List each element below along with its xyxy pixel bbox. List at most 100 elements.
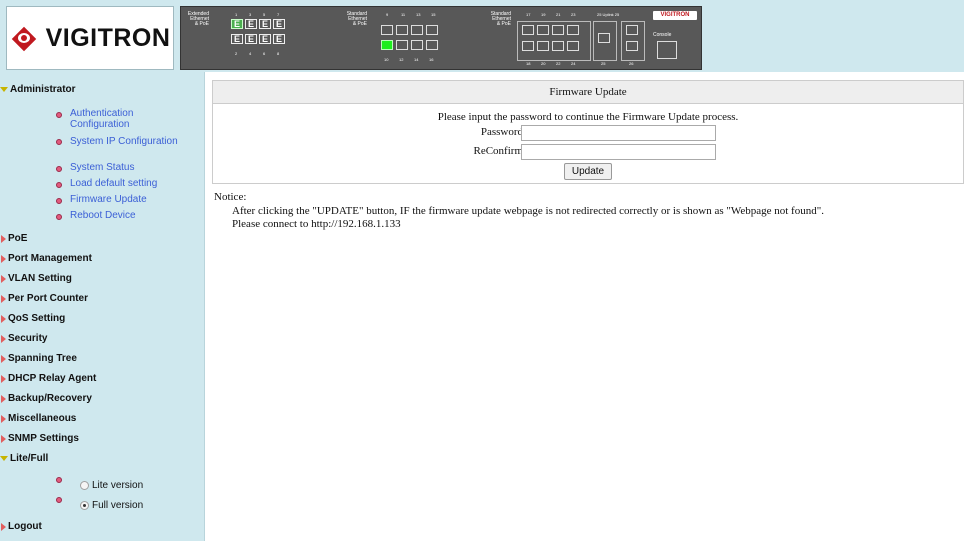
bullet-icon: [56, 198, 62, 204]
menu-port-management[interactable]: Port Management: [0, 253, 92, 264]
menu-poe[interactable]: PoE: [0, 233, 27, 244]
port-23[interactable]: [567, 25, 579, 35]
menu-backup-recovery[interactable]: Backup/Recovery: [0, 393, 92, 404]
menu-lite-full[interactable]: Lite/Full: [0, 453, 48, 464]
port-3[interactable]: E: [245, 19, 257, 29]
expanded-arrow-icon: [0, 456, 8, 461]
port-22[interactable]: [552, 41, 564, 51]
port-9[interactable]: [381, 25, 393, 35]
bullet-icon: [56, 477, 62, 483]
port-26[interactable]: [626, 41, 638, 51]
bullet-icon: [56, 182, 62, 188]
arrow-right-icon: [1, 414, 6, 423]
bullet-icon: [56, 112, 62, 118]
full-version-label: Full version: [92, 500, 144, 511]
submenu-system-status[interactable]: System Status: [70, 162, 134, 173]
arrow-right-icon: [1, 294, 6, 303]
menu-miscellaneous[interactable]: Miscellaneous: [0, 413, 76, 424]
arrow-right-icon: [1, 522, 6, 531]
group2-label: Standard Ethernet & PoE: [346, 11, 367, 27]
sidebar: Administrator Authentication Configurati…: [0, 72, 205, 541]
port-25b[interactable]: [626, 25, 638, 35]
arrow-right-icon: [1, 374, 6, 383]
bullet-icon: [56, 497, 62, 503]
port-17[interactable]: [522, 25, 534, 35]
submenu-system-ip-configuration[interactable]: System IP Configuration: [70, 136, 180, 147]
menu-snmp-settings[interactable]: SNMP Settings: [0, 433, 79, 444]
port-6[interactable]: E: [259, 34, 271, 44]
port-10[interactable]: [381, 40, 393, 50]
panel-mini-logo: VIGITRON: [653, 11, 697, 20]
arrow-right-icon: [1, 234, 6, 243]
notice-title: Notice:: [214, 191, 247, 203]
submenu-firmware-update[interactable]: Firmware Update: [70, 194, 147, 205]
port-25[interactable]: [598, 33, 610, 43]
password-input[interactable]: [521, 125, 716, 141]
arrow-right-icon: [1, 314, 6, 323]
submenu-load-default-setting[interactable]: Load default setting: [70, 178, 157, 189]
vigitron-logo[interactable]: VIGITRON: [6, 6, 174, 70]
port-18[interactable]: [522, 41, 534, 51]
menu-dhcp-relay-agent[interactable]: DHCP Relay Agent: [0, 373, 96, 384]
port-8[interactable]: E: [273, 34, 285, 44]
switch-front-panel: Extended Ethernet & PoE 1 3 5 7 E E E E …: [180, 6, 702, 70]
port-20[interactable]: [537, 41, 549, 51]
expanded-arrow-icon: [0, 87, 8, 92]
submenu-reboot-device[interactable]: Reboot Device: [70, 210, 136, 221]
bullet-icon: [56, 214, 62, 220]
port-4[interactable]: E: [245, 34, 257, 44]
firmware-update-panel: Firmware Update Please input the passwor…: [212, 80, 964, 184]
port-2[interactable]: E: [231, 34, 243, 44]
notice-line-2: Please connect to http://192.168.1.133: [232, 218, 401, 230]
port-16[interactable]: [426, 40, 438, 50]
reconfirm-label: ReConfirm: [473, 145, 524, 157]
port-24[interactable]: [567, 41, 579, 51]
console-port[interactable]: [657, 41, 677, 59]
menu-qos-setting[interactable]: QoS Setting: [0, 313, 65, 324]
port-1[interactable]: E: [231, 19, 243, 29]
port-5[interactable]: E: [259, 19, 271, 29]
header: VIGITRON Extended Ethernet & PoE 1 3 5 7…: [0, 0, 964, 72]
menu-security[interactable]: Security: [0, 333, 47, 344]
menu-administrator[interactable]: Administrator: [0, 84, 76, 95]
port-13[interactable]: [411, 25, 423, 35]
port-14[interactable]: [411, 40, 423, 50]
main-content: Firmware Update Please input the passwor…: [212, 80, 964, 184]
instruction-text: Please input the password to continue th…: [437, 111, 739, 123]
menu-logout[interactable]: Logout: [0, 521, 42, 532]
menu-vlan-setting[interactable]: VLAN Setting: [0, 273, 72, 284]
bullet-icon: [56, 139, 62, 145]
arrow-right-icon: [1, 254, 6, 263]
console-label: Console: [653, 32, 672, 38]
port-11[interactable]: [396, 25, 408, 35]
panel-title: Firmware Update: [213, 81, 963, 104]
port-21[interactable]: [552, 25, 564, 35]
full-version-radio[interactable]: [80, 501, 89, 510]
port-19[interactable]: [537, 25, 549, 35]
arrow-right-icon: [1, 394, 6, 403]
arrow-right-icon: [1, 434, 6, 443]
menu-per-port-counter[interactable]: Per Port Counter: [0, 293, 88, 304]
logo-text: VIGITRON: [45, 23, 171, 52]
port-15[interactable]: [426, 25, 438, 35]
reconfirm-row: ReConfirm: [213, 144, 963, 161]
arrow-right-icon: [1, 334, 6, 343]
group1-label: Extended Ethernet & PoE: [187, 11, 209, 27]
lite-version-radio[interactable]: [80, 481, 89, 490]
lite-version-label: Lite version: [92, 480, 144, 491]
password-label: Password: [480, 126, 523, 138]
port-12[interactable]: [396, 40, 408, 50]
submenu-authentication-configuration[interactable]: Authentication Configuration: [70, 108, 180, 130]
password-row: Password: [213, 125, 963, 142]
port-7[interactable]: E: [273, 19, 285, 29]
uplink-label: 25 Uplink 25: [597, 12, 620, 17]
group3-label: Standard Ethernet & PoE: [490, 11, 511, 27]
arrow-right-icon: [1, 354, 6, 363]
notice-line-1: After clicking the "UPDATE" button, IF t…: [232, 205, 824, 217]
reconfirm-input[interactable]: [521, 144, 716, 160]
bullet-icon: [56, 166, 62, 172]
arrow-right-icon: [1, 274, 6, 283]
update-button[interactable]: Update: [564, 163, 612, 180]
vigitron-eye-icon: [10, 26, 40, 52]
menu-spanning-tree[interactable]: Spanning Tree: [0, 353, 77, 364]
